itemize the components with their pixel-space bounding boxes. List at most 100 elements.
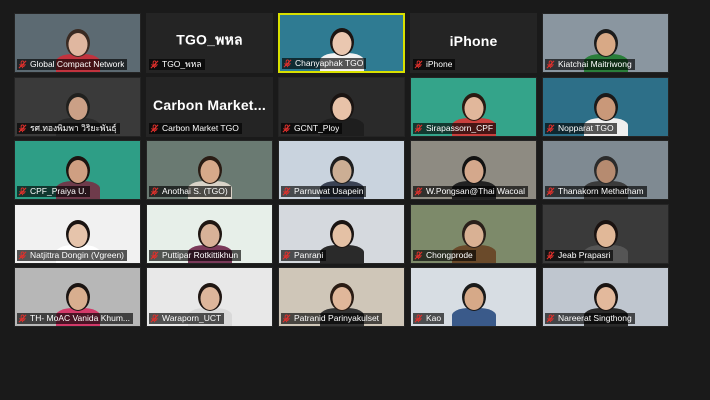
- participant-name-label: Carbon Market TGO: [149, 122, 242, 134]
- mic-muted-icon: [414, 124, 423, 133]
- participant-tile[interactable]: Panrani: [278, 203, 405, 264]
- mic-muted-icon: [546, 251, 555, 260]
- participant-tile[interactable]: Puttipar Rotkittikhun: [146, 203, 273, 264]
- participant-tile[interactable]: Parnuwat Usapein: [278, 140, 405, 201]
- participant-name: Patranid Parinyakulset: [294, 313, 380, 324]
- participant-name-label: Sirapassorn_CPF: [413, 122, 497, 134]
- mic-muted-icon: [282, 251, 291, 260]
- participant-name: TGO_พหล: [162, 59, 202, 69]
- mic-muted-icon: [150, 314, 159, 323]
- participant-tile[interactable]: iPhone iPhone: [410, 13, 537, 73]
- person-face: [596, 223, 615, 247]
- participant-name: Puttipar Rotkittikhun: [162, 249, 239, 260]
- participant-name: Parnuwat Usapein: [294, 186, 364, 197]
- participant-display-name: iPhone: [449, 33, 498, 50]
- participant-tile[interactable]: Global Compact Network: [14, 13, 141, 73]
- participant-tile[interactable]: Kao: [410, 267, 537, 328]
- participant-name: CPF_Praiya U.: [30, 186, 87, 197]
- person-face: [596, 33, 615, 56]
- participant-name-label: Nareerat Singthong: [545, 313, 635, 325]
- participant-name-label: TGO_พหล: [149, 59, 205, 70]
- person-face: [332, 287, 351, 311]
- person-face: [332, 96, 351, 120]
- participant-name: รศ.ทองพิมพา วิริยะพันธุ์: [30, 122, 117, 133]
- mic-muted-icon: [18, 124, 27, 133]
- mic-muted-icon: [282, 124, 291, 133]
- participant-tile[interactable]: Sirapassorn_CPF: [410, 76, 537, 137]
- person-face: [200, 287, 219, 311]
- participant-name-label: W.Pongsan@Thai Wacoal: [413, 186, 529, 198]
- mic-muted-icon: [150, 60, 159, 69]
- participant-name-label: Jeab Prapasri: [545, 249, 614, 261]
- participant-tile[interactable]: Nopparat TGO: [542, 76, 669, 137]
- participant-name-label: Waraporn_UCT: [149, 313, 225, 325]
- participant-tile[interactable]: Anothai S. (TGO): [146, 140, 273, 201]
- participant-tile[interactable]: Nareerat Singthong: [542, 267, 669, 328]
- mic-muted-icon: [282, 187, 291, 196]
- participant-name: W.Pongsan@Thai Wacoal: [426, 186, 526, 197]
- person-face: [596, 287, 615, 311]
- participant-tile[interactable]: CPF_Praiya U.: [14, 140, 141, 201]
- participant-tile[interactable]: Carbon Market... Carbon Market TGO: [146, 76, 273, 137]
- person-face: [68, 33, 87, 56]
- participant-name-label: รศ.ทองพิมพา วิริยะพันธุ์: [17, 122, 120, 134]
- participant-name: Anothai S. (TGO): [162, 186, 228, 197]
- participant-name: iPhone: [426, 59, 453, 69]
- participant-name-label: Patranid Parinyakulset: [281, 313, 383, 325]
- participant-tile[interactable]: Thanakorn Methatham: [542, 140, 669, 201]
- mic-muted-icon: [18, 314, 27, 323]
- participant-name-label: Anothai S. (TGO): [149, 186, 231, 198]
- participant-name: Chongprode: [426, 249, 473, 260]
- participant-name-label: Nopparat TGO: [545, 122, 617, 134]
- participant-tile[interactable]: TH- MoAC Vanida Khum...: [14, 267, 141, 328]
- participant-display-name: TGO_พหล: [176, 31, 243, 48]
- participant-tile[interactable]: GCNT_Ploy: [278, 76, 405, 137]
- person-face: [68, 223, 87, 247]
- participant-name-label: Natjittra Dongin (Vgreen): [17, 249, 128, 261]
- participant-tile[interactable]: Chanyaphak TGO: [278, 13, 405, 73]
- participant-tile[interactable]: TGO_พหล TGO_พหล: [146, 13, 273, 73]
- participant-name: Nopparat TGO: [558, 122, 614, 133]
- mic-muted-icon: [546, 60, 555, 69]
- participant-name-label: Kao: [413, 313, 445, 325]
- participant-name-label: TH- MoAC Vanida Khum...: [17, 313, 133, 325]
- participant-name: Kiatchai Maitriwong: [558, 59, 632, 69]
- mic-muted-icon: [283, 59, 292, 68]
- participant-name: Panrani: [294, 249, 324, 260]
- participant-tile[interactable]: W.Pongsan@Thai Wacoal: [410, 140, 537, 201]
- mic-muted-icon: [414, 314, 423, 323]
- person-face: [68, 287, 87, 311]
- participant-tile[interactable]: รศ.ทองพิมพา วิริยะพันธุ์: [14, 76, 141, 137]
- participant-tile[interactable]: Patranid Parinyakulset: [278, 267, 405, 328]
- mic-muted-icon: [18, 60, 27, 69]
- mic-muted-icon: [546, 124, 555, 133]
- participant-name-label: Chanyaphak TGO: [282, 58, 367, 69]
- participant-tile[interactable]: Jeab Prapasri: [542, 203, 669, 264]
- mic-muted-icon: [414, 251, 423, 260]
- participant-tile[interactable]: Waraporn_UCT: [146, 267, 273, 328]
- mic-muted-icon: [150, 251, 159, 260]
- participant-name: GCNT_Ploy: [294, 122, 340, 133]
- person-face: [464, 223, 483, 247]
- participant-name-label: Thanakorn Methatham: [545, 186, 647, 198]
- gallery-view-grid: Global Compact Network TGO_พหล TGO_พหล Chan…: [14, 13, 672, 391]
- person-face: [332, 32, 351, 55]
- person-face: [464, 96, 483, 120]
- person-face: [332, 160, 351, 184]
- participant-name: Kao: [426, 313, 442, 324]
- participant-name-label: Parnuwat Usapein: [281, 186, 367, 198]
- person-face: [332, 223, 351, 247]
- participant-name: Carbon Market TGO: [162, 122, 239, 133]
- participant-name: Global Compact Network: [30, 59, 125, 69]
- person-face: [596, 96, 615, 120]
- participant-tile[interactable]: Kiatchai Maitriwong: [542, 13, 669, 73]
- participant-name: TH- MoAC Vanida Khum...: [30, 313, 130, 324]
- participant-name-label: GCNT_Ploy: [281, 122, 343, 134]
- person-face: [596, 160, 615, 184]
- participant-tile[interactable]: Chongprode: [410, 203, 537, 264]
- participant-name-label: Kiatchai Maitriwong: [545, 59, 635, 70]
- person-face: [464, 287, 483, 311]
- participant-tile[interactable]: Natjittra Dongin (Vgreen): [14, 203, 141, 264]
- participant-name: Natjittra Dongin (Vgreen): [30, 249, 125, 260]
- mic-muted-icon: [546, 314, 555, 323]
